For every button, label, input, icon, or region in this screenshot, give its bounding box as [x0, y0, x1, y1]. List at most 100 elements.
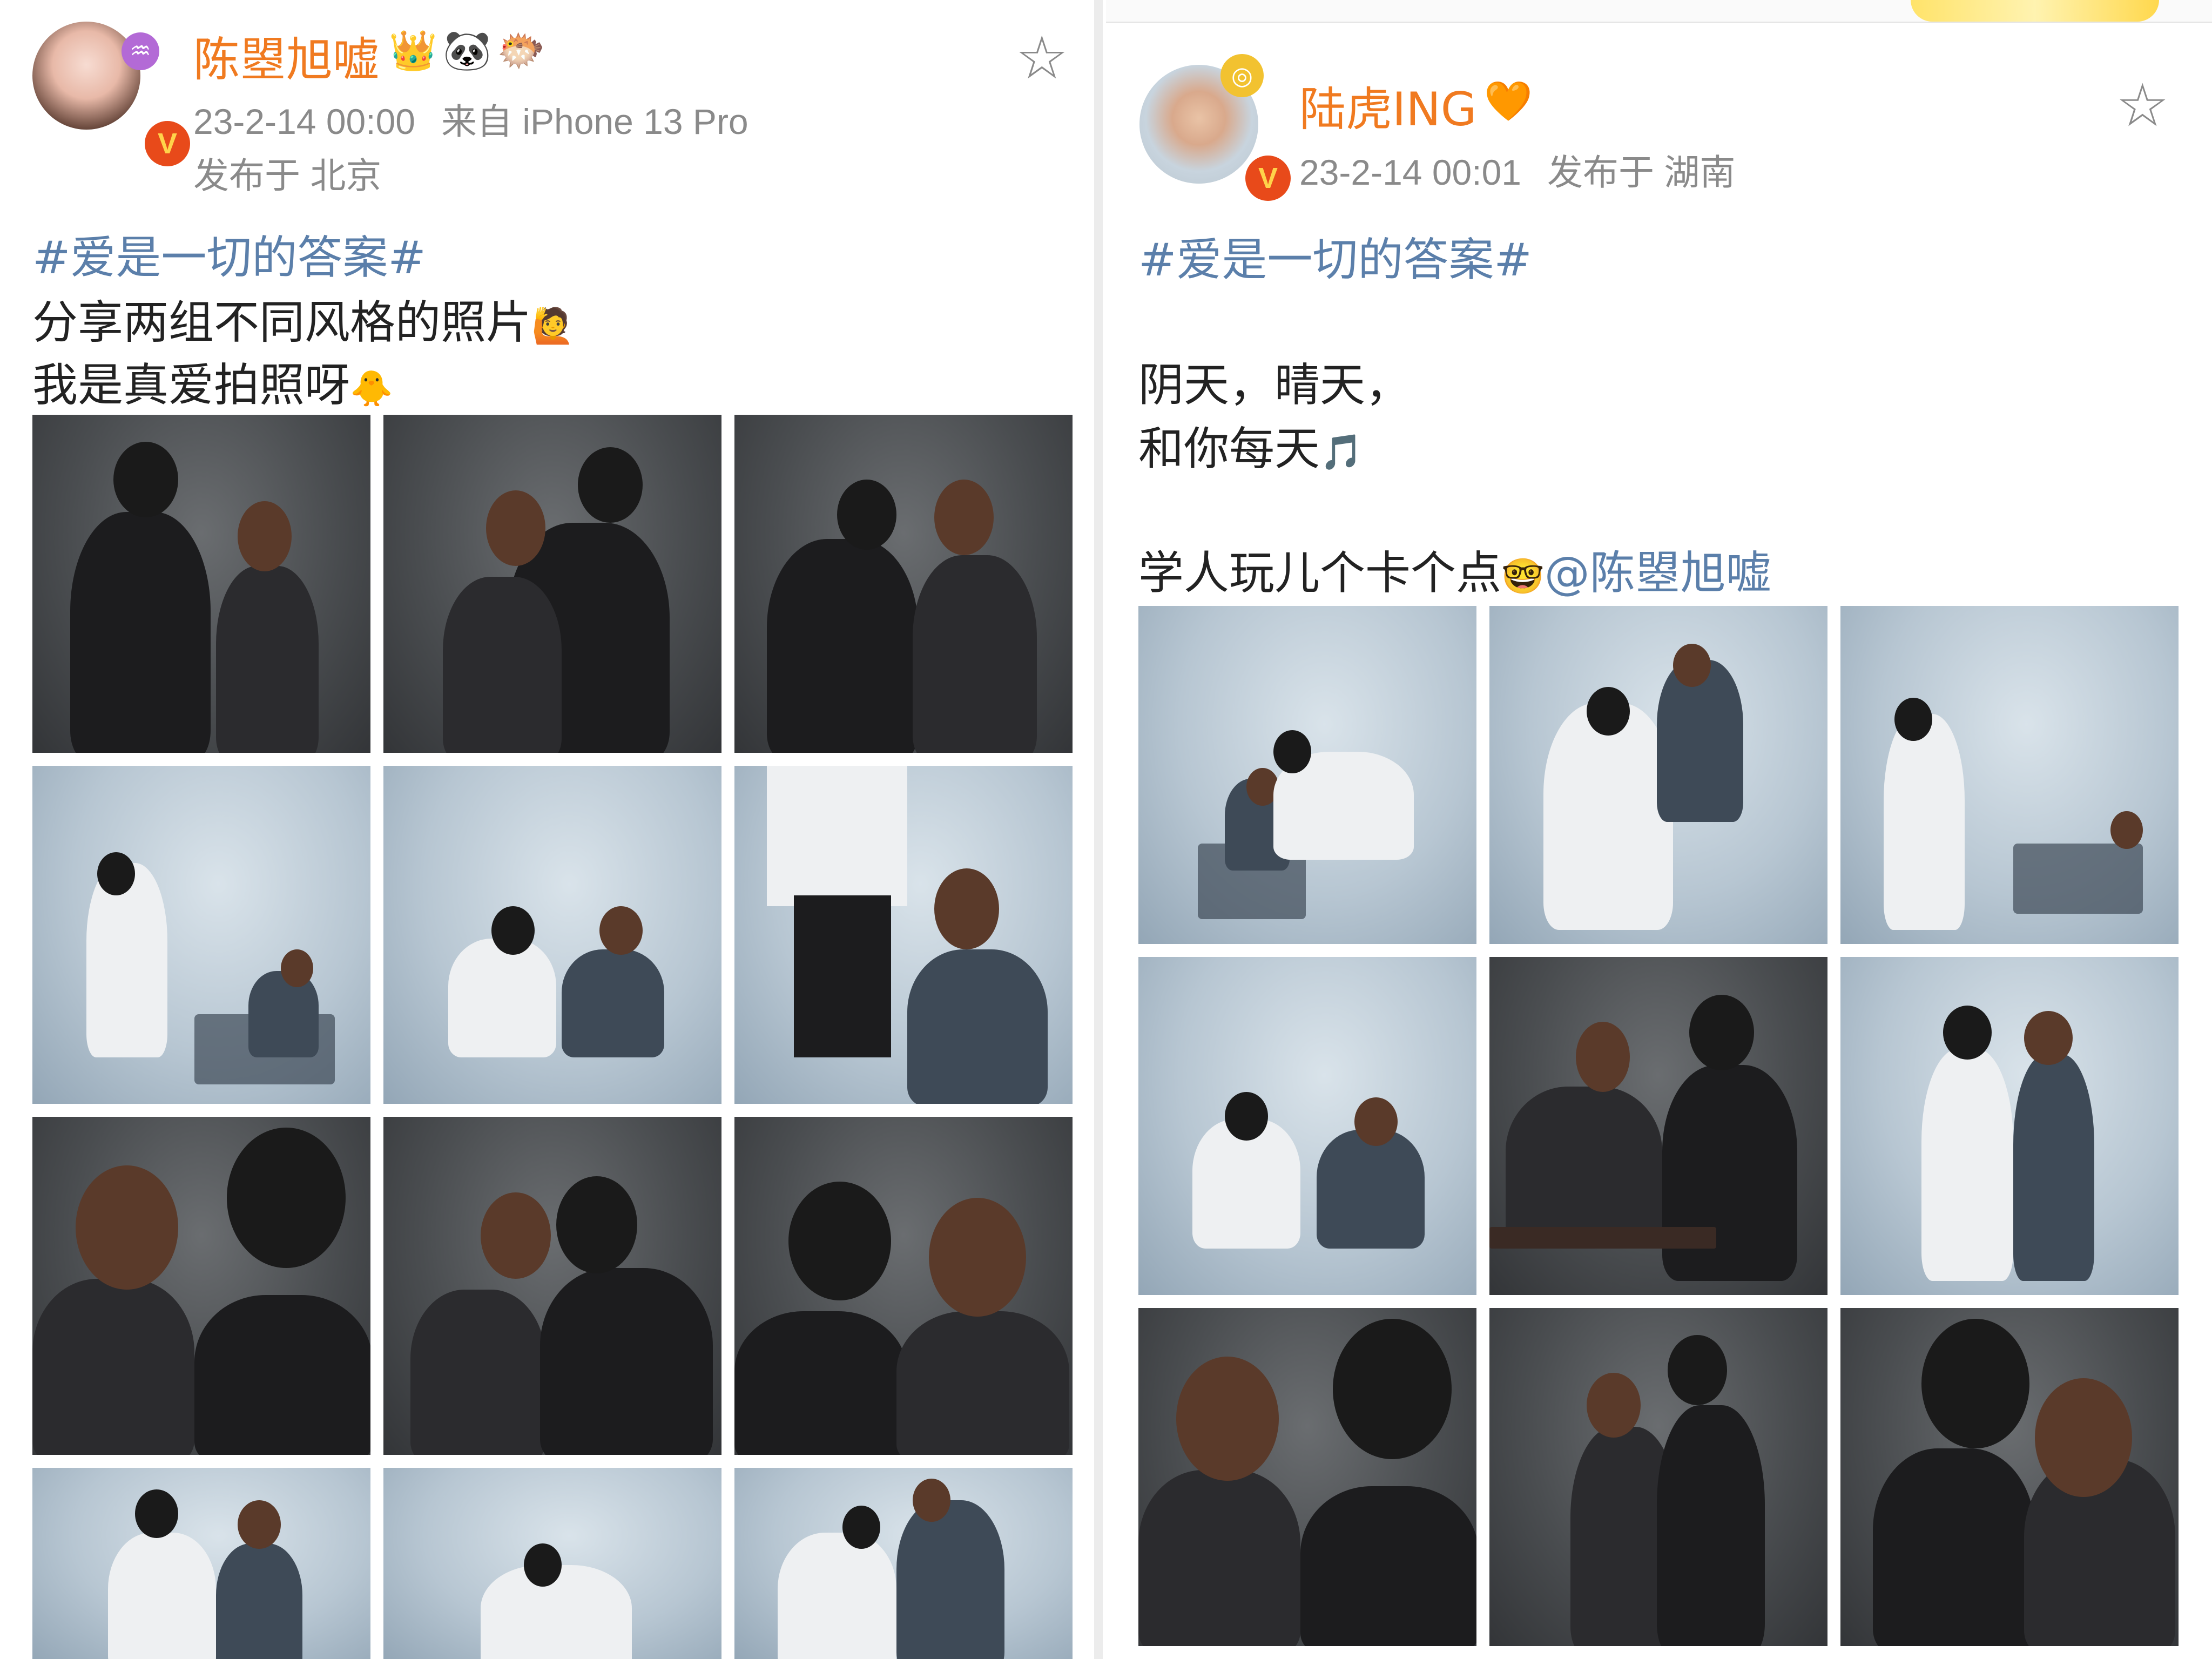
username[interactable]: 陈曌旭嘘: [193, 22, 379, 89]
person-head: [481, 1192, 551, 1279]
person-head: [934, 868, 999, 949]
left-post: ♒ V 陈曌旭嘘 👑 🐼 🐡 23-2-14 00:00 来自 iPhone 13…: [0, 0, 1091, 1659]
zodiac-icon: ♒: [122, 32, 159, 70]
music-note-icon: 🎵: [1320, 432, 1363, 473]
photo-thumbnail[interactable]: [1138, 1308, 1476, 1646]
avatar[interactable]: ◎ V: [1139, 54, 1295, 205]
person-head: [76, 1165, 178, 1290]
person-head: [227, 1128, 346, 1268]
photo-thumbnail[interactable]: [383, 1117, 721, 1455]
person-figure: [734, 1311, 907, 1455]
photo-thumbnail[interactable]: [1138, 606, 1476, 944]
person-figure: [540, 1268, 713, 1455]
post-text-line-3: 学人玩儿个卡个点: [1138, 547, 1502, 599]
post-location: 发布于 湖南: [1547, 152, 1736, 192]
person-head: [2035, 1378, 2132, 1497]
photo-thumbnail[interactable]: [383, 1468, 721, 1659]
person-figure: [1657, 1405, 1765, 1646]
person-head: [578, 447, 643, 523]
timestamp: 23-2-14 00:01: [1299, 152, 1521, 192]
person-head: [1894, 698, 1932, 741]
photo-thumbnail[interactable]: [1489, 957, 1827, 1295]
post-text-line-2: 我是真爱拍照呀: [32, 359, 350, 412]
photo-thumbnail[interactable]: [32, 1468, 370, 1659]
person-figure: [108, 1533, 216, 1659]
photo-thumbnail[interactable]: [734, 1117, 1073, 1455]
favorite-star-icon[interactable]: ☆: [2116, 76, 2169, 135]
person-figure: [767, 539, 918, 753]
photo-thumbnail[interactable]: [1840, 606, 2179, 944]
person-figure: [216, 566, 319, 753]
person-head: [1333, 1319, 1452, 1459]
person-figure: [794, 895, 891, 1057]
photo-thumbnail[interactable]: [734, 415, 1073, 753]
photo-thumbnail[interactable]: [383, 415, 721, 753]
post-source[interactable]: 来自 iPhone 13 Pro: [441, 102, 748, 141]
post-text-line: 和你每天🎵: [1138, 413, 1363, 478]
avatar[interactable]: ♒ V: [32, 22, 194, 171]
verified-badge-icon: V: [1241, 151, 1295, 205]
right-post: ◎ V 陆虎ING 🧡 23-2-14 00:01 发布于 湖南 ☆ #爱是一切的…: [1106, 0, 2212, 1659]
person-head: [929, 1198, 1026, 1317]
chick-icon: 🐥: [350, 368, 393, 409]
photo-thumbnail[interactable]: [383, 766, 721, 1104]
photo-thumbnail[interactable]: [32, 415, 370, 753]
post-text-line-1: 阴天，晴天，: [1138, 359, 1411, 412]
post-location: 发布于 北京: [193, 156, 382, 195]
person-figure: [2013, 1054, 2094, 1281]
person-head: [1225, 1092, 1268, 1141]
shopping-cart: [2013, 844, 2143, 914]
photo-thumbnail[interactable]: [1840, 957, 2179, 1295]
person-head: [934, 480, 994, 555]
person-head: [486, 490, 545, 566]
post-text-line-1: 分享两组不同风格的照片: [32, 296, 532, 349]
person-figure: [1138, 1470, 1300, 1646]
person-head: [135, 1489, 178, 1538]
person-figure: [1506, 1087, 1662, 1249]
person-head: [1576, 1022, 1630, 1092]
person-head: [1273, 730, 1311, 773]
person-figure: [248, 971, 319, 1057]
hashtag-link[interactable]: #爱是一切的答案#: [32, 231, 426, 284]
sticker-decoration: [1911, 0, 2159, 22]
fish-badge-icon[interactable]: 🐡: [497, 26, 545, 75]
person-head: [837, 480, 896, 550]
person-head: [556, 1176, 637, 1273]
person-figure: [70, 512, 211, 753]
person-head: [842, 1506, 880, 1549]
photo-thumbnail[interactable]: [32, 1117, 370, 1455]
photo-thumbnail[interactable]: [1840, 1308, 2179, 1646]
hashtag-link[interactable]: #爱是一切的答案#: [1138, 233, 1532, 286]
post-text-line: 我是真爱拍照呀🐥: [32, 349, 393, 414]
post-text-line-2: 和你每天: [1138, 422, 1320, 475]
photo-thumbnail[interactable]: [1489, 606, 1827, 944]
person-head: [788, 1182, 891, 1300]
panda-badge-icon[interactable]: 🐼: [443, 26, 491, 75]
person-head: [524, 1543, 562, 1587]
post-text: #爱是一切的答案#: [32, 221, 426, 287]
person-head: [1689, 995, 1754, 1070]
person-head: [97, 852, 135, 895]
crown-badge-icon[interactable]: 👑: [389, 26, 437, 75]
bench: [1489, 1227, 1716, 1249]
photo-thumbnail[interactable]: [734, 766, 1073, 1104]
raising-hand-icon: 🙋: [531, 306, 575, 346]
person-head: [238, 1500, 281, 1549]
person-head: [1176, 1357, 1279, 1481]
person-figure: [767, 766, 907, 906]
person-figure: [1884, 714, 1965, 930]
post-text-line: 学人玩儿个卡个点🤓@陈曌旭嘘: [1138, 537, 1771, 602]
photo-thumbnail[interactable]: [32, 766, 370, 1104]
heart-badge-icon[interactable]: 🧡: [1484, 77, 1533, 125]
photo-thumbnail[interactable]: [1138, 957, 1476, 1295]
post-text-line: 分享两组不同风格的照片🙋: [32, 286, 575, 352]
photo-thumbnail[interactable]: [734, 1468, 1073, 1659]
person-figure: [1662, 1065, 1797, 1281]
person-head: [1673, 644, 1711, 687]
favorite-star-icon[interactable]: ☆: [1015, 28, 1069, 87]
username[interactable]: 陆虎ING: [1299, 71, 1476, 139]
photo-thumbnail[interactable]: [1489, 1308, 1827, 1646]
mention-link[interactable]: @陈曌旭嘘: [1545, 547, 1771, 599]
person-head: [599, 906, 643, 955]
person-figure: [913, 555, 1037, 753]
